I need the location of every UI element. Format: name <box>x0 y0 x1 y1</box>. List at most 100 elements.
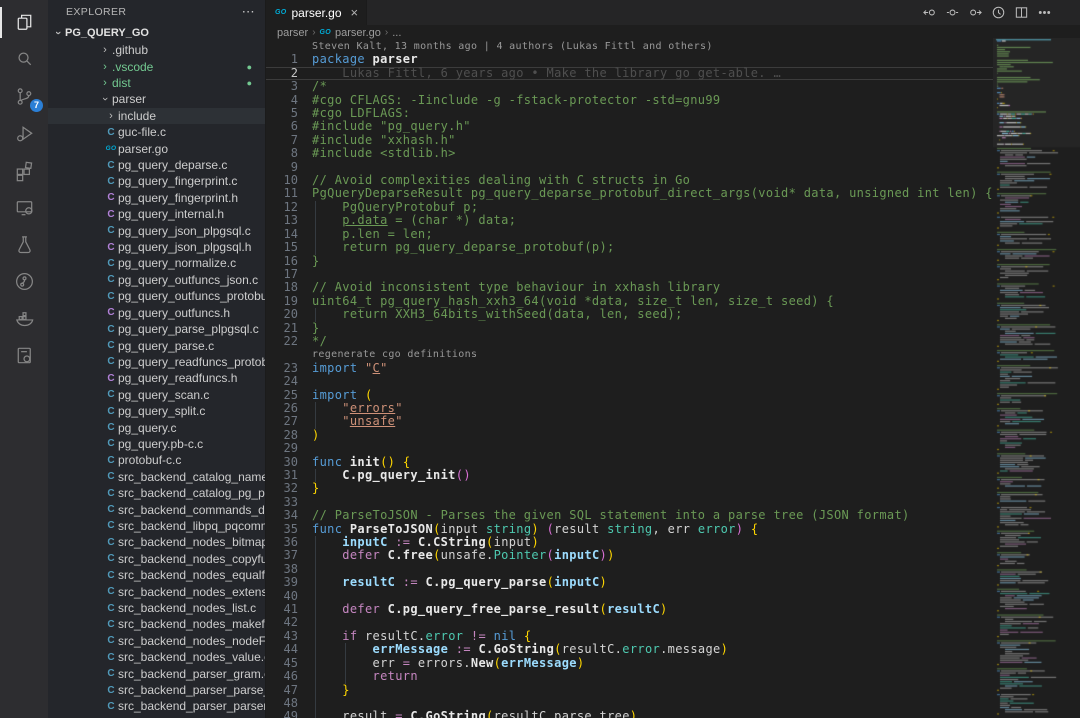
code-line-8[interactable]: 8#include <stdlib.h> <box>266 147 993 160</box>
code-line-32[interactable]: 32} <box>266 482 993 495</box>
line-number[interactable]: 19 <box>266 295 298 308</box>
tree-item-src-backend-catalog-pg-proc-c[interactable]: Csrc_backend_catalog_pg_proc.c <box>48 485 265 501</box>
code-line-5[interactable]: 5#cgo LDFLAGS: <box>266 107 993 120</box>
line-number[interactable]: 11 <box>266 187 298 200</box>
line-number[interactable]: 48 <box>266 697 298 710</box>
changes-icon[interactable] <box>944 5 960 21</box>
code-lens[interactable]: Steven Kalt, 13 months ago | 4 authors (… <box>266 40 993 53</box>
tree-item-pg-query-deparse-c[interactable]: Cpg_query_deparse.c <box>48 157 265 173</box>
split-editor-icon[interactable] <box>1013 5 1029 21</box>
line-number[interactable]: 6 <box>266 120 298 133</box>
tree-item-parser-go[interactable]: GOparser.go <box>48 140 265 156</box>
tree-item-pg-query-fingerprint-c[interactable]: Cpg_query_fingerprint.c <box>48 173 265 189</box>
code-line-14[interactable]: 14 p.len = len; <box>266 228 993 241</box>
tree-item-pg-query-fingerprint-h[interactable]: Cpg_query_fingerprint.h <box>48 190 265 206</box>
line-number[interactable]: 44 <box>266 643 298 656</box>
tree-item-pg-query-outfuncs-h[interactable]: Cpg_query_outfuncs.h <box>48 305 265 321</box>
tree-item-src-backend-nodes-copyfuncs-c[interactable]: Csrc_backend_nodes_copyfuncs.c <box>48 551 265 567</box>
line-number[interactable]: 40 <box>266 590 298 603</box>
code-line-18[interactable]: 18// Avoid inconsistent type behaviour i… <box>266 281 993 294</box>
line-number[interactable]: 39 <box>266 576 298 589</box>
tree-item-src-backend-libpq-pqcomm-c[interactable]: Csrc_backend_libpq_pqcomm.c <box>48 518 265 534</box>
code-line-30[interactable]: 30func init() { <box>266 456 993 469</box>
code-line-17[interactable]: 17 <box>266 268 993 281</box>
line-number[interactable]: 7 <box>266 134 298 147</box>
code-line-25[interactable]: 25import ( <box>266 389 993 402</box>
tree-item-pg-query-split-c[interactable]: Cpg_query_split.c <box>48 403 265 419</box>
line-number[interactable]: 18 <box>266 281 298 294</box>
tree-item-parser[interactable]: ›parser <box>48 91 265 107</box>
tree-item-protobuf-c-c[interactable]: Cprotobuf-c.c <box>48 452 265 468</box>
line-number[interactable]: 3 <box>266 80 298 93</box>
code-line-13[interactable]: 13 p.data = (char *) data; <box>266 214 993 227</box>
tree-item-src-backend-parser-parser-c[interactable]: Csrc_backend_parser_parser.c <box>48 698 265 714</box>
code-line-39[interactable]: 39 resultC := C.pg_query_parse(inputC) <box>266 576 993 589</box>
code-line-15[interactable]: 15 return pg_query_deparse_protobuf(p); <box>266 241 993 254</box>
code-line-22[interactable]: 22*/ <box>266 335 993 348</box>
extensions-icon[interactable] <box>0 152 48 189</box>
tree-item-pg-query-readfuncs-protobuf-c[interactable]: Cpg_query_readfuncs_protobuf.c <box>48 354 265 370</box>
line-number[interactable]: 5 <box>266 107 298 120</box>
code-line-4[interactable]: 4#cgo CFLAGS: -Iinclude -g -fstack-prote… <box>266 94 993 107</box>
file-history-icon[interactable] <box>990 5 1006 21</box>
tree-item-pg-query-json-plpgsql-h[interactable]: Cpg_query_json_plpgsql.h <box>48 239 265 255</box>
code-line-38[interactable]: 38 <box>266 563 993 576</box>
code-line-40[interactable]: 40 <box>266 590 993 603</box>
tree-item-dist[interactable]: ›dist● <box>48 75 265 91</box>
line-number[interactable]: 2 <box>266 67 298 80</box>
tree-item-src-backend-parser-gram-c[interactable]: Csrc_backend_parser_gram.c <box>48 665 265 681</box>
line-number[interactable]: 8 <box>266 147 298 160</box>
code-line-42[interactable]: 42 <box>266 616 993 629</box>
tree-item--github[interactable]: ›.github <box>48 42 265 58</box>
tab-parser-go[interactable]: GO parser.go × <box>266 0 367 25</box>
code-line-7[interactable]: 7#include "xxhash.h" <box>266 134 993 147</box>
tree-item-pg-query-c[interactable]: Cpg_query.c <box>48 419 265 435</box>
code-line-23[interactable]: 23import "C" <box>266 362 993 375</box>
close-icon[interactable]: × <box>351 5 359 20</box>
root-folder-header[interactable]: › PG_QUERY_GO <box>48 24 265 42</box>
breadcrumb-item-more[interactable]: ... <box>392 27 401 39</box>
testing-icon[interactable] <box>0 226 48 263</box>
code-line-47[interactable]: 47 } <box>266 684 993 697</box>
run-debug-icon[interactable] <box>0 115 48 152</box>
line-number[interactable]: 25 <box>266 389 298 402</box>
line-number[interactable]: 49 <box>266 710 298 718</box>
code-line-48[interactable]: 48 <box>266 697 993 710</box>
tree-item-pg-query-parse-c[interactable]: Cpg_query_parse.c <box>48 337 265 353</box>
tree-item-pg-query-normalize-c[interactable]: Cpg_query_normalize.c <box>48 255 265 271</box>
code-line-20[interactable]: 20 return XXH3_64bits_withSeed(data, len… <box>266 308 993 321</box>
previous-change-icon[interactable] <box>921 5 937 21</box>
line-number[interactable]: 46 <box>266 670 298 683</box>
code-line-33[interactable]: 33 <box>266 496 993 509</box>
tree-item-src-backend-nodes-makefuncs-c[interactable]: Csrc_backend_nodes_makefuncs.c <box>48 616 265 632</box>
tree-item-pg-query-internal-h[interactable]: Cpg_query_internal.h <box>48 206 265 222</box>
code-lens[interactable]: regenerate cgo definitions <box>266 348 993 361</box>
gitlens-icon[interactable] <box>0 263 48 300</box>
tree-item-include[interactable]: ›include <box>48 108 265 124</box>
line-number[interactable]: 31 <box>266 469 298 482</box>
explorer-icon[interactable] <box>0 4 48 41</box>
tree-item-src-backend-nodes-equalfuncs-c[interactable]: Csrc_backend_nodes_equalfuncs.c <box>48 567 265 583</box>
breadcrumb-item-parser[interactable]: parser <box>277 27 308 39</box>
line-number[interactable]: 42 <box>266 616 298 629</box>
line-number[interactable]: 30 <box>266 456 298 469</box>
more-actions-icon[interactable]: ⋯ <box>242 4 255 20</box>
line-number[interactable]: 47 <box>266 684 298 697</box>
tree-item-pg-query-scan-c[interactable]: Cpg_query_scan.c <box>48 387 265 403</box>
code-line-49[interactable]: 49 result = C.GoString(resultC.parse_tre… <box>266 710 993 718</box>
tree-item-src-backend-nodes-extensible-c[interactable]: Csrc_backend_nodes_extensible.c <box>48 583 265 599</box>
line-number[interactable]: 41 <box>266 603 298 616</box>
code-line-24[interactable]: 24 <box>266 375 993 388</box>
tree-item-src-backend-nodes-value-c[interactable]: Csrc_backend_nodes_value.c <box>48 649 265 665</box>
tree-item-src-backend-catalog-namespace-c[interactable]: Csrc_backend_catalog_namespace.c <box>48 469 265 485</box>
code-line-12[interactable]: 12 PgQueryProtobuf p; <box>266 201 993 214</box>
line-number[interactable]: 27 <box>266 415 298 428</box>
code-line-3[interactable]: 3/* <box>266 80 993 93</box>
code-line-10[interactable]: 10// Avoid complexities dealing with C s… <box>266 174 993 187</box>
remote-explorer-icon[interactable] <box>0 189 48 226</box>
line-number[interactable]: 1 <box>266 53 298 66</box>
code-line-46[interactable]: 46 return <box>266 670 993 683</box>
line-number[interactable]: 24 <box>266 375 298 388</box>
line-number[interactable]: 20 <box>266 308 298 321</box>
tree-item-pg-query-parse-plpgsql-c[interactable]: Cpg_query_parse_plpgsql.c <box>48 321 265 337</box>
